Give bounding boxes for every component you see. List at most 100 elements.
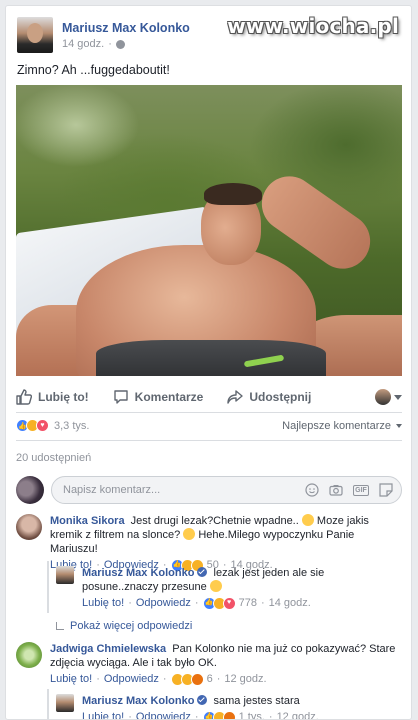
comment-input[interactable] (63, 484, 305, 496)
share-icon (227, 390, 244, 404)
reaction-count[interactable]: 3,3 tys. (54, 420, 89, 432)
separator: · (194, 711, 199, 720)
photo-hair (204, 183, 262, 205)
emoji-icon (183, 528, 196, 540)
watermark: www.wiocha.pl (227, 14, 399, 38)
comment-reaction-count: 6 (206, 673, 213, 685)
author-info: Mariusz Max Kolonko 14 godz. · (62, 21, 190, 50)
comment-time[interactable]: 12 godz. (277, 710, 319, 719)
post-time[interactable]: 14 godz. (62, 38, 104, 50)
comment-text: sama jestes stara (213, 695, 300, 707)
comment-item: Monika Sikora Jest drugi lezak?Chetnie w… (16, 514, 402, 572)
comment-content: Mariusz Max Kolonko lezak jest jeden ale… (82, 566, 400, 594)
comment-reaction-count: 1 tys. (238, 711, 265, 720)
reply-item: Mariusz Max Kolonko sama jestes stara Lu… (56, 694, 402, 720)
mini-avatar (375, 389, 391, 405)
composer-tools: GIF (305, 483, 393, 497)
reaction-icons[interactable]: 👍 ♥ (16, 419, 49, 432)
like-button[interactable]: Lubię to! (16, 389, 89, 405)
post-header: Mariusz Max Kolonko 14 godz. · (17, 17, 190, 53)
comment-label: Komentarze (134, 390, 204, 404)
comment-like-link[interactable]: Lubię to! (82, 710, 124, 719)
chevron-down-icon (396, 423, 402, 428)
reply-thread-line (47, 689, 49, 719)
sticker-icon[interactable] (379, 483, 393, 497)
comment-like-link[interactable]: Lubię to! (50, 672, 92, 686)
share-button[interactable]: Udostępnij (227, 389, 311, 405)
comment-icon (113, 390, 128, 404)
comment-reaction-count: 778 (238, 597, 257, 609)
chevron-down-icon (394, 394, 402, 400)
share-label: Udostępnij (249, 390, 312, 404)
commenter-avatar[interactable] (16, 642, 42, 668)
separator: · (216, 673, 221, 685)
post-meta: 14 godz. · (62, 38, 190, 50)
globe-icon (115, 39, 125, 49)
comment-body: Mariusz Max Kolonko lezak jest jeden ale… (82, 566, 400, 610)
emoji-icon[interactable] (305, 483, 319, 497)
comment-content: Jadwiga Chmielewska Pan Kolonko nie ma j… (50, 642, 402, 670)
comment-reply-link[interactable]: Odpowiedz (136, 596, 191, 610)
reactions-summary: 👍 ♥ 3,3 tys. Najlepsze komentarze (16, 419, 402, 432)
gif-icon[interactable]: GIF (353, 484, 369, 496)
verified-icon (197, 695, 208, 705)
separator: · (96, 673, 100, 685)
camera-icon[interactable] (329, 483, 343, 497)
commenter-avatar[interactable] (56, 566, 74, 584)
post-photo[interactable] (16, 85, 402, 376)
comment-reply-link[interactable]: Odpowiedz (104, 672, 159, 686)
divider (16, 412, 402, 413)
reaction-audience-selector[interactable] (375, 389, 402, 405)
separator: · (260, 597, 265, 609)
author-name[interactable]: Mariusz Max Kolonko (62, 21, 190, 35)
sort-label: Najlepsze komentarze (282, 419, 391, 432)
post-card: www.wiocha.pl Mariusz Max Kolonko 14 god… (5, 5, 412, 720)
comment-field[interactable]: GIF (51, 476, 402, 504)
comment-like-link[interactable]: Lubię to! (82, 596, 124, 610)
angry-reaction-icon (190, 672, 204, 686)
commenter-name[interactable]: Mariusz Max Kolonko (82, 567, 194, 579)
comment-time[interactable]: 14 godz. (269, 596, 311, 610)
comment-reactions[interactable]: 👍 (202, 710, 236, 719)
separator: · (194, 597, 199, 609)
comment-reactions[interactable] (170, 672, 204, 686)
comment-body: Jadwiga Chmielewska Pan Kolonko nie ma j… (50, 642, 402, 686)
photo-shorts (96, 340, 326, 376)
comment-composer: GIF (16, 475, 402, 505)
comment-button[interactable]: Komentarze (113, 389, 204, 405)
more-replies-link[interactable]: Pokaż więcej odpowiedzi (56, 620, 192, 632)
emoji-icon (301, 514, 314, 526)
love-reaction-icon: ♥ (36, 419, 49, 432)
comment-content: Mariusz Max Kolonko sama jestes stara (82, 694, 400, 708)
post-text: Zimno? Ah ...fuggedaboutit! (17, 63, 170, 77)
comment-sort-dropdown[interactable]: Najlepsze komentarze (282, 420, 402, 432)
commenter-name[interactable]: Monika Sikora (50, 515, 125, 527)
comment-body: Mariusz Max Kolonko sama jestes stara Lu… (82, 694, 400, 720)
commenter-avatar[interactable] (56, 694, 74, 712)
comment-reply-link[interactable]: Odpowiedz (136, 710, 191, 719)
separator: · (128, 711, 132, 720)
comment-footer: Lubię to! · Odpowiedz · 6 · 12 godz. (50, 672, 402, 686)
like-label: Lubię to! (38, 390, 89, 404)
comment-text: Jest drugi lezak?Chetnie wpadne.. (130, 515, 299, 527)
commenter-avatar[interactable] (16, 514, 42, 540)
love-reaction-icon: ♥ (222, 596, 236, 610)
meta-separator: · (108, 38, 112, 50)
comment-time[interactable]: 12 godz. (224, 672, 266, 686)
comment-footer: Lubię to! · Odpowiedz · 👍 1 tys. · 12 go… (82, 710, 400, 720)
comment-item: Jadwiga Chmielewska Pan Kolonko nie ma j… (16, 642, 402, 686)
separator: · (268, 711, 273, 720)
emoji-icon (209, 580, 222, 592)
comment-reactions[interactable]: 👍 ♥ (202, 596, 236, 610)
current-user-avatar (16, 476, 44, 504)
separator: · (162, 673, 167, 685)
author-avatar[interactable] (17, 17, 53, 53)
reply-thread-line (47, 561, 49, 613)
commenter-name[interactable]: Jadwiga Chmielewska (50, 643, 166, 655)
comment-content: Monika Sikora Jest drugi lezak?Chetnie w… (50, 514, 402, 556)
comment-body: Monika Sikora Jest drugi lezak?Chetnie w… (50, 514, 402, 572)
more-replies-label: Pokaż więcej odpowiedzi (70, 620, 193, 632)
reply-arrow-icon (56, 622, 64, 630)
commenter-name[interactable]: Mariusz Max Kolonko (82, 695, 194, 707)
share-count[interactable]: 20 udostępnień (16, 452, 91, 464)
